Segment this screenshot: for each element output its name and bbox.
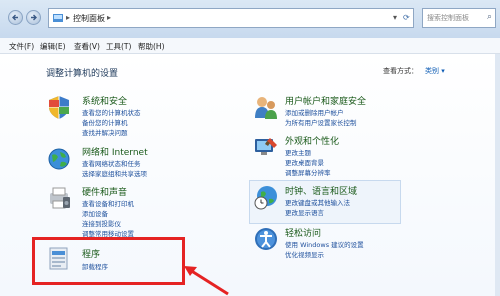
menu-view[interactable]: 查看(V) <box>74 41 100 52</box>
refresh-icon[interactable]: ⟳ <box>403 13 410 22</box>
address-field[interactable]: ▸ 控制面板 ▸ ▾ ⟳ <box>48 8 414 28</box>
shield-icon <box>46 94 72 120</box>
search-input[interactable]: 搜索控制面板 ⌕ <box>422 8 496 28</box>
link[interactable]: 查找并解决问题 <box>82 127 128 137</box>
link[interactable]: 调整屏幕分辨率 <box>285 167 331 177</box>
clock-globe-icon <box>253 184 279 210</box>
annotation-arrow-icon <box>184 266 229 296</box>
users-icon <box>253 94 279 120</box>
search-placeholder: 搜索控制面板 <box>427 14 469 22</box>
category-title[interactable]: 轻松访问 <box>285 226 321 239</box>
back-button[interactable] <box>8 10 23 25</box>
link[interactable]: 查看您的计算机状态 <box>82 107 141 117</box>
forward-button[interactable] <box>26 10 41 25</box>
breadcrumb-chevron-icon[interactable]: ▸ <box>66 13 70 22</box>
link[interactable]: 连接到投影仪 <box>82 218 121 228</box>
category-title[interactable]: 外观和个性化 <box>285 134 339 147</box>
link[interactable]: 查看网络状态和任务 <box>82 158 141 168</box>
address-bar-area: ▸ 控制面板 ▸ ▾ ⟳ 搜索控制面板 ⌕ <box>0 0 500 38</box>
menu-file[interactable]: 文件(F) <box>9 41 34 52</box>
category-title[interactable]: 用户帐户和家庭安全 <box>285 94 366 107</box>
view-by-label: 查看方式： <box>383 67 418 75</box>
link[interactable]: 查看设备和打印机 <box>82 198 134 208</box>
back-arrow-icon <box>12 14 18 21</box>
link[interactable]: 更改桌面背景 <box>285 157 324 167</box>
link[interactable]: 更改主题 <box>285 147 311 157</box>
menu-edit[interactable]: 编辑(E) <box>40 41 66 52</box>
search-icon[interactable]: ⌕ <box>487 12 492 22</box>
category-title[interactable]: 时钟、语言和区域 <box>285 184 357 197</box>
menu-bar: 文件(F) 编辑(E) 查看(V) 工具(T) 帮助(H) <box>0 38 500 54</box>
link[interactable]: 使用 Windows 建议的设置 <box>285 239 364 249</box>
link[interactable]: 更改键盘或其他输入法 <box>285 197 350 207</box>
annotation-highlight-box <box>32 237 185 285</box>
monitor-brush-icon <box>253 134 279 160</box>
globe-network-icon <box>46 145 72 171</box>
category-title[interactable]: 网络和 Internet <box>82 145 148 158</box>
control-panel-icon <box>52 12 64 24</box>
link-with-shield[interactable]: 添加或删除用户帐户 <box>285 107 344 117</box>
forward-arrow-icon <box>31 14 37 21</box>
category-title[interactable]: 硬件和声音 <box>82 185 127 198</box>
link[interactable]: 备份您的计算机 <box>82 117 128 127</box>
view-by-dropdown[interactable]: 类别 ▾ <box>425 66 445 76</box>
breadcrumb-chevron-icon[interactable]: ▸ <box>107 13 111 22</box>
link[interactable]: 更改显示语言 <box>285 207 324 217</box>
page-title: 调整计算机的设置 <box>46 69 119 79</box>
menu-help[interactable]: 帮助(H) <box>138 41 165 52</box>
accessibility-icon <box>253 226 279 252</box>
address-dropdown-icon[interactable]: ▾ <box>393 13 397 22</box>
link[interactable]: 添加设备 <box>82 208 108 218</box>
scroll-edge <box>495 54 500 296</box>
link-with-shield[interactable]: 为所有用户设置家长控制 <box>285 117 357 127</box>
breadcrumb-control-panel[interactable]: 控制面板 <box>73 13 105 24</box>
printer-speaker-icon <box>46 185 72 211</box>
link[interactable]: 优化视频显示 <box>285 249 324 259</box>
menu-tools[interactable]: 工具(T) <box>106 41 131 52</box>
link[interactable]: 选择家庭组和共享选项 <box>82 168 147 178</box>
category-title[interactable]: 系统和安全 <box>82 94 127 107</box>
